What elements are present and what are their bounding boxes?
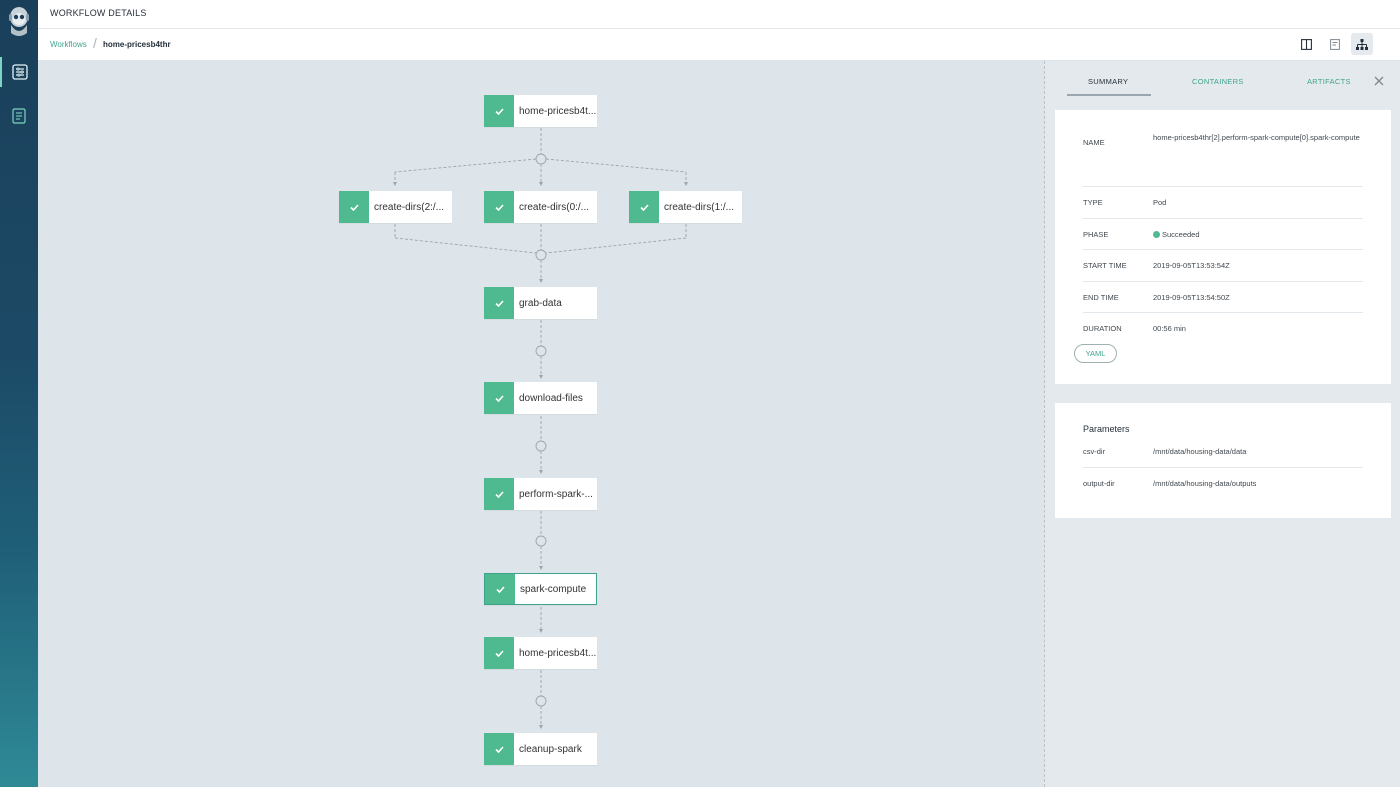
graph-node[interactable]: home-pricesb4t...: [484, 637, 597, 669]
workflows-icon: [12, 64, 28, 80]
success-icon: [484, 382, 514, 414]
node-label: create-dirs(0:/...: [519, 201, 590, 213]
tab-containers[interactable]: CONTAINERS: [1192, 77, 1244, 86]
node-label: create-dirs(2:/...: [374, 201, 445, 213]
summary-row-end-time: END TIME 2019-09-05T13:54:50Z: [1083, 282, 1363, 313]
split-view-icon: [1300, 38, 1312, 50]
close-icon[interactable]: [1372, 74, 1386, 88]
split-view-button[interactable]: [1295, 33, 1317, 55]
row-value: 00:56 min: [1153, 324, 1186, 333]
parameter-value: /mnt/data/housing-data/outputs: [1153, 479, 1257, 488]
node-details-panel: SUMMARY CONTAINERS ARTIFACTS NAME home-p…: [1044, 61, 1400, 787]
success-icon: [484, 637, 514, 669]
breadcrumb: Workflows / home-pricesb4thr: [38, 29, 1400, 61]
summary-row-duration: DURATION 00:56 min: [1083, 313, 1363, 339]
success-icon: [629, 191, 659, 223]
active-tab-indicator: [1067, 94, 1151, 96]
summary-row-type: TYPE Pod: [1083, 187, 1363, 219]
summary-card: NAME home-pricesb4thr[2].perform-spark-c…: [1055, 110, 1391, 384]
summary-row-start-time: START TIME 2019-09-05T13:53:54Z: [1083, 250, 1363, 282]
sidebar-item-workflows[interactable]: [0, 57, 38, 87]
row-value: home-pricesb4thr[2].perform-spark-comput…: [1153, 133, 1360, 142]
graph-node[interactable]: download-files: [484, 382, 597, 414]
graph-node-selected[interactable]: spark-compute: [484, 573, 597, 605]
graph-node[interactable]: create-dirs(0:/...: [484, 191, 597, 223]
graph-view-icon: [1356, 38, 1368, 50]
parameter-row: csv-dir /mnt/data/housing-data/data: [1083, 436, 1363, 468]
graph-node[interactable]: home-pricesb4t...: [484, 95, 597, 127]
breadcrumb-current: home-pricesb4thr: [103, 40, 171, 49]
graph-node[interactable]: create-dirs(2:/...: [339, 191, 452, 223]
row-key: TYPE: [1083, 198, 1103, 207]
panel-tabs: SUMMARY CONTAINERS ARTIFACTS: [1045, 61, 1400, 97]
node-label: perform-spark-...: [519, 488, 593, 500]
node-label: home-pricesb4t...: [519, 647, 597, 659]
node-label: download-files: [519, 392, 583, 404]
graph-edges: [393, 128, 688, 729]
tab-artifacts[interactable]: ARTIFACTS: [1307, 77, 1351, 86]
row-key: PHASE: [1083, 230, 1109, 239]
row-key: END TIME: [1083, 293, 1119, 302]
row-key: DURATION: [1083, 324, 1122, 333]
success-icon: [484, 287, 514, 319]
graph-node[interactable]: create-dirs(1:/...: [629, 191, 742, 223]
workflow-templates-icon: [12, 108, 26, 124]
graph-node[interactable]: cleanup-spark: [484, 733, 597, 765]
graph-view-button[interactable]: [1351, 33, 1373, 55]
row-value: 2019-09-05T13:54:50Z: [1153, 293, 1230, 302]
summary-row-phase: PHASE Succeeded: [1083, 219, 1363, 250]
node-label: cleanup-spark: [519, 743, 582, 755]
breadcrumb-workflows-link[interactable]: Workflows: [50, 40, 87, 49]
parameter-name: csv-dir: [1083, 447, 1106, 456]
success-icon: [484, 191, 514, 223]
node-label: home-pricesb4t...: [519, 105, 597, 117]
page-title: WORKFLOW DETAILS: [50, 8, 147, 18]
breadcrumb-separator: /: [93, 35, 97, 51]
yaml-button[interactable]: YAML: [1074, 344, 1117, 363]
row-value: Pod: [1153, 198, 1167, 207]
timeline-view-icon: [1330, 38, 1340, 50]
phase-value: Succeeded: [1162, 230, 1200, 239]
sidebar: [0, 0, 38, 787]
success-icon: [484, 478, 514, 510]
row-value: 2019-09-05T13:53:54Z: [1153, 261, 1230, 270]
argo-logo-icon: [9, 7, 29, 36]
success-icon: [485, 574, 515, 604]
success-status-icon: [1153, 231, 1160, 238]
parameters-card: Parameters csv-dir /mnt/data/housing-dat…: [1055, 403, 1391, 518]
summary-row-name: NAME home-pricesb4thr[2].perform-spark-c…: [1083, 122, 1363, 187]
sidebar-item-templates[interactable]: [0, 101, 38, 131]
node-label: create-dirs(1:/...: [664, 201, 735, 213]
parameter-row: output-dir /mnt/data/housing-data/output…: [1083, 468, 1363, 500]
timeline-view-button[interactable]: [1324, 33, 1346, 55]
row-value: Succeeded: [1153, 219, 1363, 250]
node-label: spark-compute: [520, 583, 587, 595]
parameters-title: Parameters: [1083, 424, 1130, 434]
tab-summary[interactable]: SUMMARY: [1088, 77, 1128, 86]
success-icon: [484, 733, 514, 765]
success-icon: [484, 95, 514, 127]
row-key: START TIME: [1083, 261, 1127, 270]
workflow-graph: home-pricesb4t... create-dirs(2:/... cre…: [38, 61, 1044, 787]
node-label: grab-data: [519, 297, 562, 309]
top-bar: WORKFLOW DETAILS: [38, 0, 1400, 29]
parameter-value: /mnt/data/housing-data/data: [1153, 447, 1247, 456]
graph-node[interactable]: perform-spark-...: [484, 478, 597, 510]
parameter-name: output-dir: [1083, 479, 1115, 488]
row-key: NAME: [1083, 138, 1105, 147]
success-icon: [339, 191, 369, 223]
graph-node[interactable]: grab-data: [484, 287, 597, 319]
